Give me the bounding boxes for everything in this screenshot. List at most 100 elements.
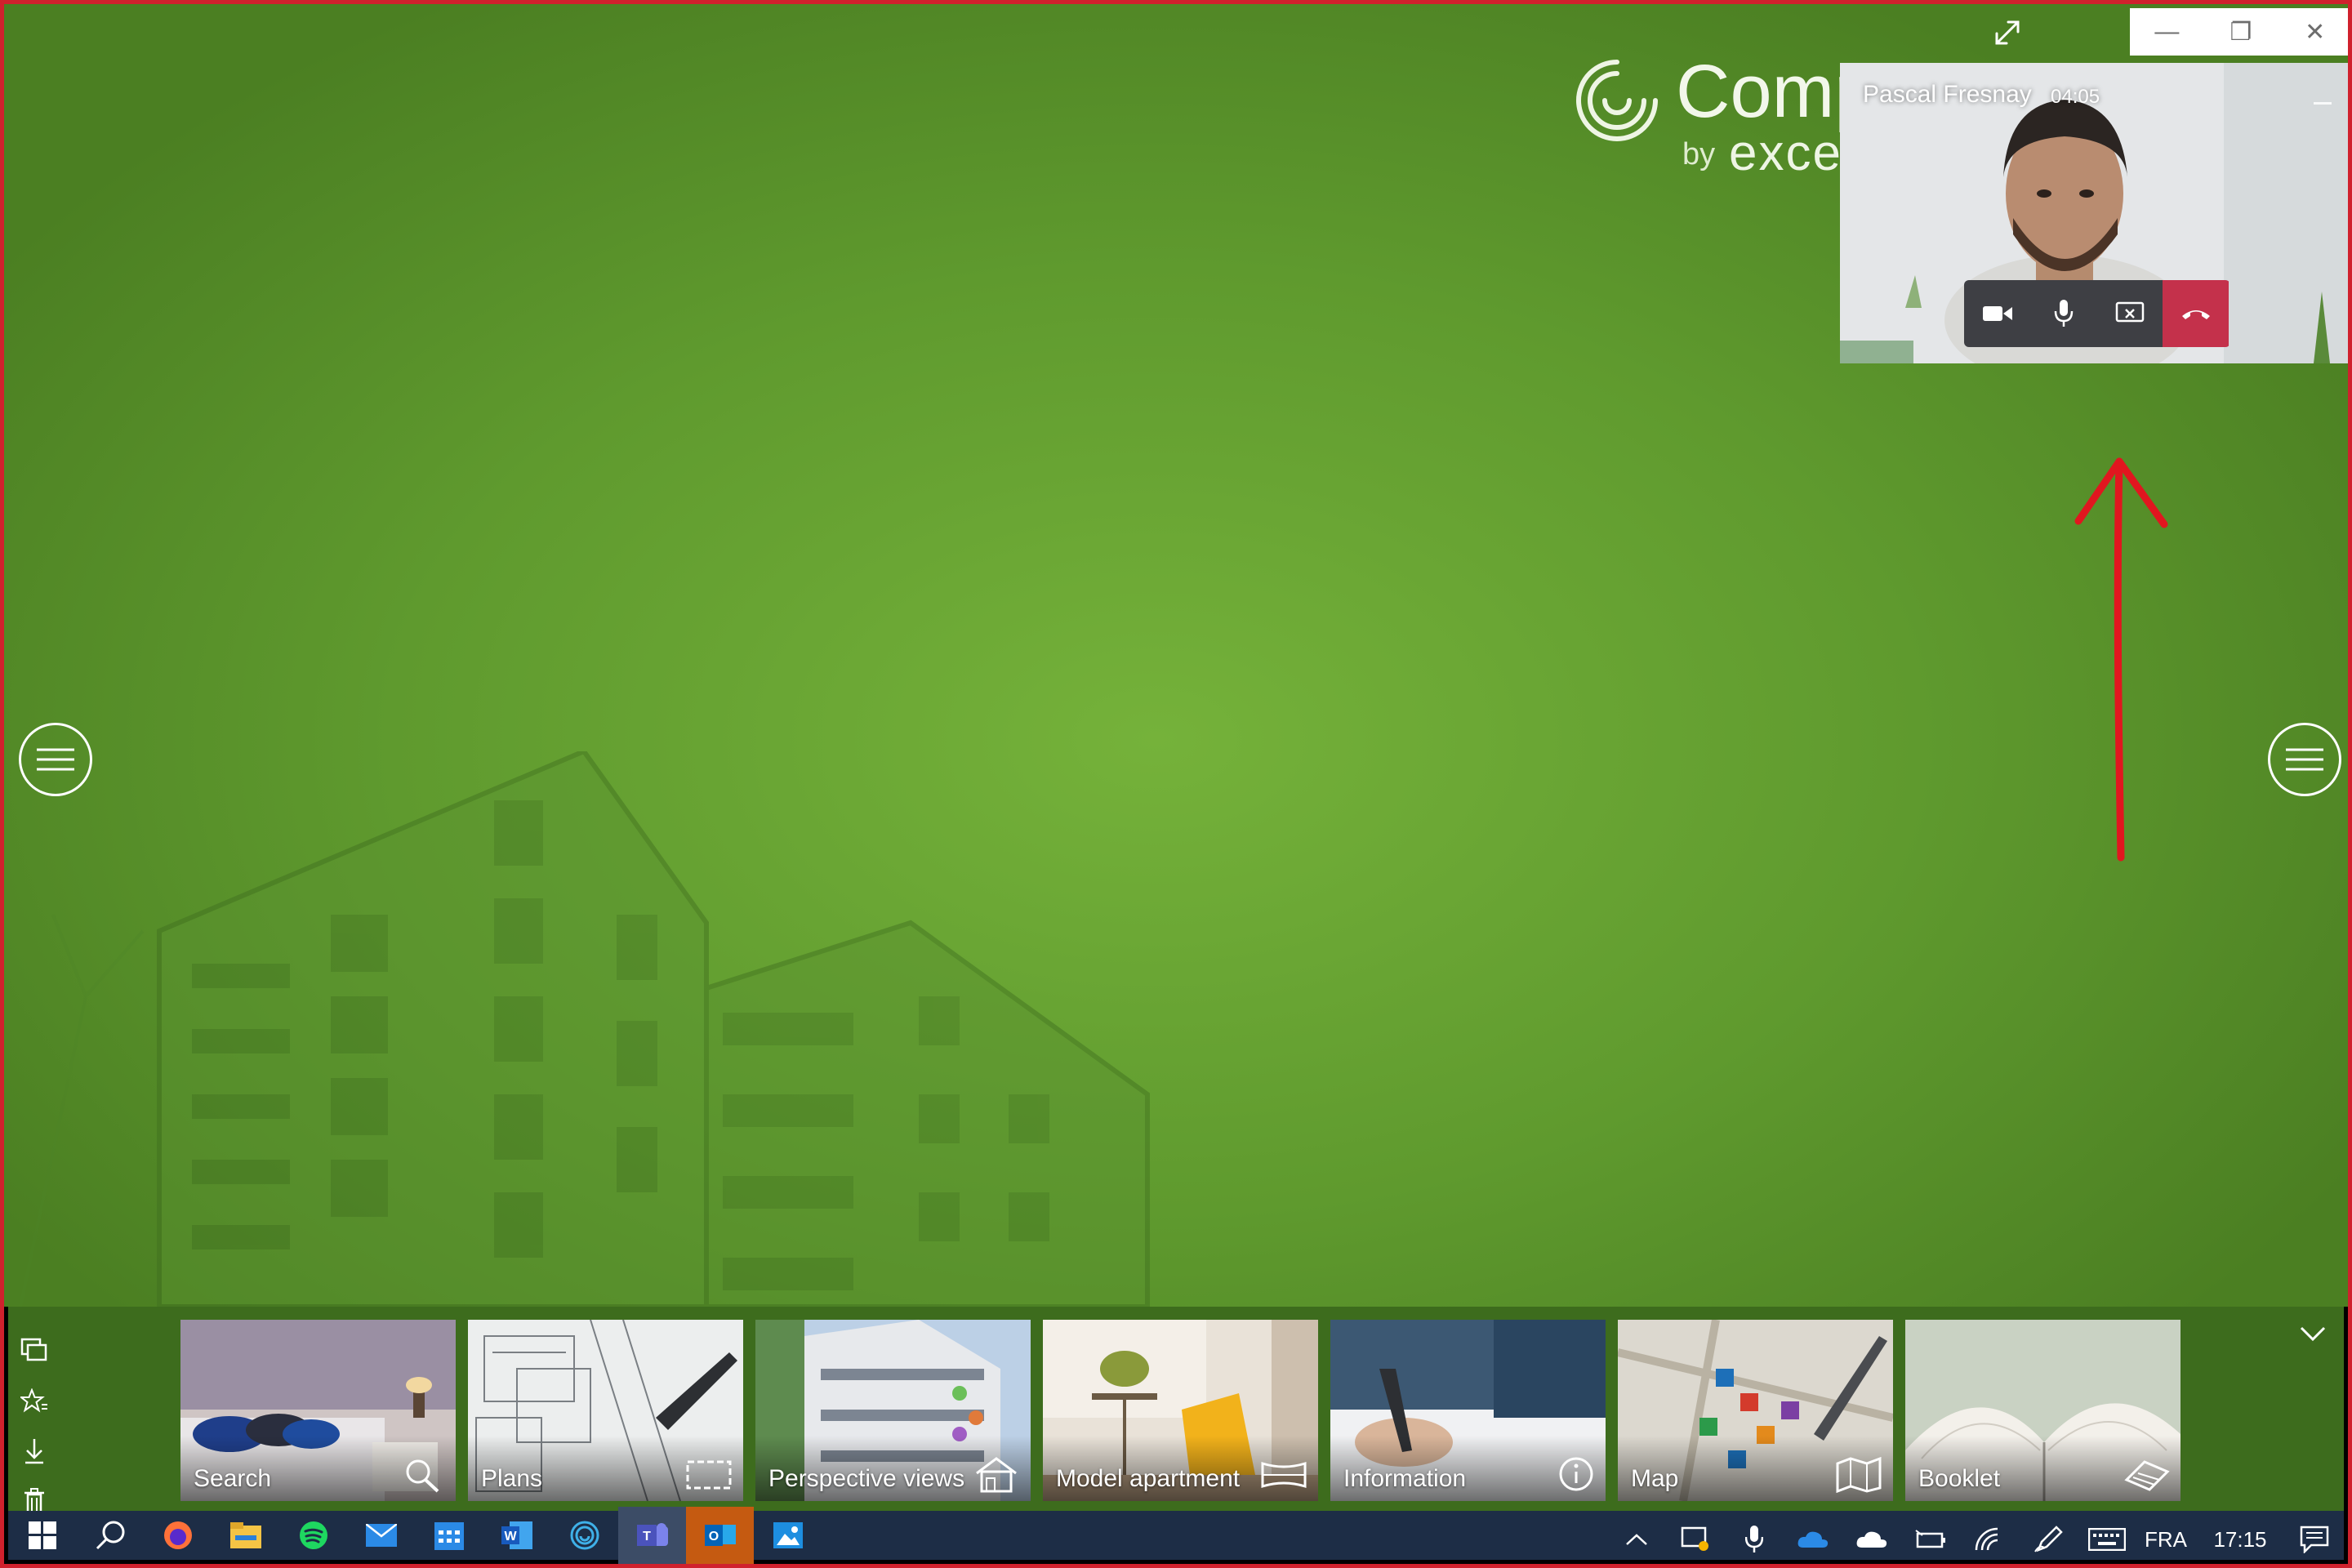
camera-button[interactable]	[1964, 280, 2030, 347]
tile-perspective-views[interactable]: Perspective views	[755, 1320, 1031, 1501]
tile-information[interactable]: Information	[1330, 1320, 1606, 1501]
call-minimize-button[interactable]	[2314, 102, 2332, 105]
notification-icon	[2300, 1526, 2329, 1553]
info-icon	[1559, 1457, 1593, 1491]
tile-label: Search	[194, 1465, 272, 1492]
start-button[interactable]	[8, 1507, 76, 1564]
battery-icon	[1915, 1530, 1945, 1548]
taskbar-mail[interactable]	[347, 1507, 415, 1564]
language-indicator[interactable]: FRA	[2136, 1511, 2195, 1564]
tile-plans[interactable]: Plans	[468, 1320, 743, 1501]
taskbar-photos[interactable]	[754, 1507, 822, 1564]
mail-icon	[365, 1524, 397, 1547]
keyboard-icon	[2088, 1528, 2126, 1551]
restore-button[interactable]: ❐	[2204, 8, 2278, 56]
folder-icon	[229, 1522, 261, 1548]
copy-tool[interactable]	[16, 1325, 52, 1375]
stop-share-icon	[2115, 301, 2144, 323]
favorites-tool[interactable]	[16, 1375, 52, 1426]
minimize-icon: —	[2154, 18, 2180, 45]
svg-text:O: O	[708, 1530, 718, 1544]
tile-map[interactable]: Map	[1618, 1320, 1893, 1501]
logo-by: by	[1682, 137, 1716, 172]
map-icon	[1836, 1456, 1882, 1493]
logo-swirl-icon	[1576, 60, 1658, 141]
svg-text:T: T	[643, 1530, 651, 1544]
tray-touch-keyboard[interactable]	[2078, 1511, 2136, 1564]
screen-share-icon	[1681, 1526, 1708, 1551]
search-icon	[96, 1521, 124, 1550]
taskbar-spotify[interactable]	[279, 1507, 347, 1564]
tile-booklet[interactable]: Booklet	[1905, 1320, 2180, 1501]
microphone-icon	[1745, 1526, 1763, 1552]
panorama-icon	[1261, 1461, 1307, 1489]
hamburger-icon	[2286, 748, 2323, 771]
hamburger-icon	[37, 748, 74, 771]
right-menu-button[interactable]	[2268, 723, 2341, 796]
hang-up-icon	[2181, 310, 2210, 319]
clock[interactable]: 17:15	[2195, 1511, 2285, 1564]
teams-icon: T	[636, 1523, 668, 1546]
screenshot-frame: Comp by exce	[0, 0, 2352, 1568]
companion-swirl-icon	[570, 1521, 599, 1550]
restore-icon: ❐	[2230, 18, 2252, 46]
word-icon: W	[501, 1521, 532, 1549]
taskbar-companion-app[interactable]	[550, 1507, 618, 1564]
call-timer: 04:05	[2051, 86, 2100, 108]
tile-label: Information	[1343, 1465, 1467, 1492]
tray-screen-sharing[interactable]	[1666, 1511, 1725, 1564]
tray-pen-workspace[interactable]	[2019, 1511, 2078, 1564]
background-buildings-image	[19, 751, 1150, 1307]
teams-call-window[interactable]: Pascal Fresnay 04:05	[1840, 63, 2348, 363]
house-icon	[976, 1457, 1017, 1493]
taskbar-file-explorer[interactable]	[212, 1507, 279, 1564]
cloud-blue-icon	[1797, 1531, 1829, 1548]
tray-onedrive-business[interactable]	[1784, 1511, 1842, 1564]
hang-up-button[interactable]	[2163, 280, 2229, 347]
logo-brand: exce	[1729, 125, 1842, 180]
expand-icon[interactable]	[1990, 16, 2025, 50]
show-hidden-icons-button[interactable]	[1607, 1511, 1666, 1564]
caller-name: Pascal Fresnay	[1863, 81, 2032, 108]
tray-onedrive[interactable]	[1842, 1511, 1901, 1564]
tile-model-apartment[interactable]: Model apartment	[1043, 1320, 1318, 1501]
tray-microphone[interactable]	[1725, 1511, 1784, 1564]
action-center-button[interactable]	[2285, 1511, 2344, 1564]
taskbar-calendar[interactable]	[415, 1507, 483, 1564]
taskbar-outlook[interactable]: O	[686, 1507, 754, 1564]
firefox-icon	[163, 1521, 192, 1549]
cloud-white-icon	[1856, 1531, 1887, 1548]
red-arrow-annotation	[2074, 457, 2168, 862]
taskbar-search-button[interactable]	[76, 1507, 144, 1564]
system-tray: FRA 17:15	[1607, 1511, 2344, 1564]
camera-icon	[1982, 306, 2012, 321]
photos-icon	[773, 1522, 803, 1548]
microphone-button[interactable]	[2030, 280, 2096, 347]
svg-text:W: W	[504, 1530, 517, 1544]
floorplan-icon	[686, 1460, 732, 1490]
share-screen-button[interactable]	[2096, 280, 2163, 347]
copy-icon	[20, 1338, 47, 1361]
tile-search[interactable]: Search	[180, 1320, 456, 1501]
left-menu-button[interactable]	[19, 723, 92, 796]
tile-label: Plans	[481, 1465, 543, 1492]
spotify-icon	[299, 1521, 327, 1549]
star-icon	[20, 1388, 47, 1413]
window-controls: — ❐ ✕	[2130, 8, 2348, 56]
tile-label: Map	[1631, 1465, 1679, 1492]
taskbar-teams[interactable]: T	[618, 1507, 686, 1564]
download-icon	[25, 1439, 43, 1464]
taskbar-firefox[interactable]	[144, 1507, 212, 1564]
logo-name: Comp	[1676, 50, 1842, 133]
download-tool[interactable]	[16, 1426, 52, 1477]
chevron-down-icon[interactable]	[2296, 1321, 2329, 1346]
minimize-button[interactable]: —	[2130, 8, 2204, 56]
close-button[interactable]: ✕	[2278, 8, 2348, 56]
tray-battery[interactable]	[1901, 1511, 1960, 1564]
tile-label: Booklet	[1918, 1465, 2001, 1492]
taskbar-word[interactable]: W	[483, 1507, 550, 1564]
calendar-icon	[434, 1522, 464, 1550]
tile-label: Model apartment	[1056, 1465, 1241, 1492]
call-controls	[1964, 280, 2230, 347]
tray-network[interactable]	[1960, 1511, 2019, 1564]
